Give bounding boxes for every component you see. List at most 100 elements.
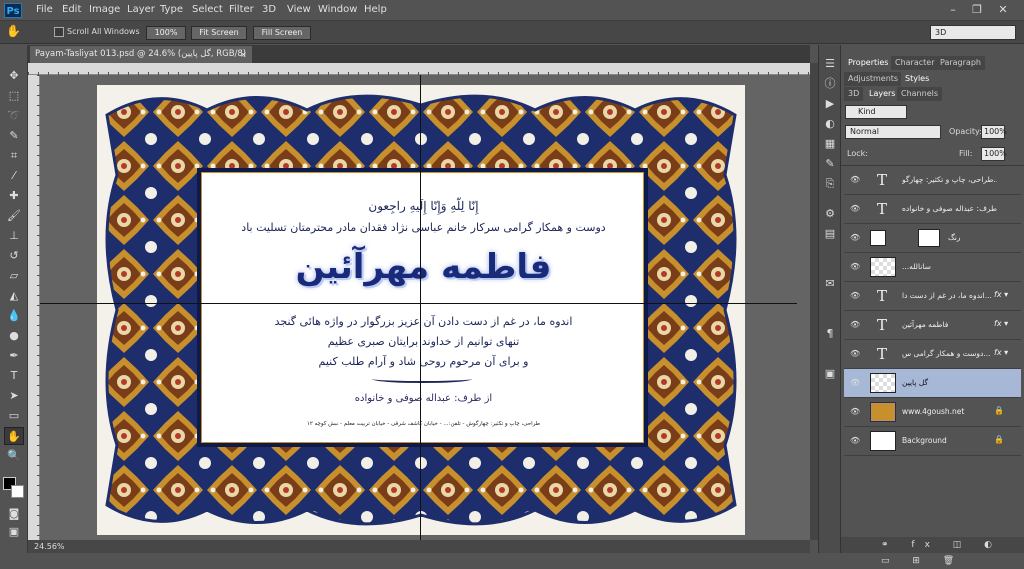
lasso-tool-icon[interactable]: ➰ xyxy=(4,107,24,125)
menu-select[interactable]: Select xyxy=(192,4,223,15)
brush-tool-icon[interactable]: 🖌 xyxy=(4,207,24,225)
tab-layers[interactable]: Layers xyxy=(865,87,900,101)
paragraph-styles-icon[interactable]: ¶ xyxy=(820,325,840,343)
eyedropper-tool-icon[interactable]: ⁄ xyxy=(4,167,24,185)
layer-row[interactable]: 👁 www.4goush.net 🔒 xyxy=(844,398,1021,427)
layer-row[interactable]: 👁 T از طرف: عبداله صوفی و خانواده xyxy=(844,195,1021,224)
zoom-level[interactable]: 24.56% xyxy=(34,542,65,551)
brush-panel-icon[interactable]: ✎ xyxy=(820,155,840,173)
visibility-eye-icon[interactable]: 👁 xyxy=(850,378,860,387)
menu-view[interactable]: View xyxy=(287,4,311,15)
hand-tool-icon[interactable]: ✋ xyxy=(6,24,21,38)
zoom-100-button[interactable]: 100% xyxy=(146,26,186,40)
tab-paragraph[interactable]: Paragraph xyxy=(936,56,985,70)
menu-help[interactable]: Help xyxy=(364,4,387,15)
restore-icon[interactable]: ❐ xyxy=(970,3,984,17)
layer-row[interactable]: 👁 T طراحی، چاپ و تکثیر: چهارگو... xyxy=(844,166,1021,195)
pen-tool-icon[interactable]: ✒ xyxy=(4,347,24,365)
opacity-field[interactable]: 100% xyxy=(981,125,1007,139)
close-tab-icon[interactable]: × xyxy=(240,46,247,63)
visibility-eye-icon[interactable]: 👁 xyxy=(850,262,860,271)
history-brush-tool-icon[interactable]: ↺ xyxy=(4,247,24,265)
vertical-guide[interactable] xyxy=(420,75,421,540)
menu-file[interactable]: File xyxy=(36,4,53,15)
blend-mode-select[interactable]: Normal xyxy=(845,125,941,139)
layer-row[interactable]: 👁 T فاطمه مهرآئین fx ▾ xyxy=(844,311,1021,340)
fit-screen-button[interactable]: Fit Screen xyxy=(191,26,247,40)
tab-3d[interactable]: 3D xyxy=(844,87,864,101)
visibility-eye-icon[interactable]: 👁 xyxy=(850,204,860,213)
visibility-eye-icon[interactable]: 👁 xyxy=(850,175,860,184)
tab-adjustments[interactable]: Adjustments xyxy=(844,72,903,86)
tab-channels[interactable]: Channels xyxy=(897,87,943,101)
tab-styles[interactable]: Styles xyxy=(901,72,934,86)
actions-panel-icon[interactable]: ▶ xyxy=(820,95,840,113)
rectangle-tool-icon[interactable]: ▭ xyxy=(4,407,24,425)
menu-3d[interactable]: 3D xyxy=(262,4,276,15)
quick-mask-icon[interactable]: ◙ xyxy=(4,505,24,523)
fill-screen-button[interactable]: Fill Screen xyxy=(253,26,311,40)
minimize-icon[interactable]: – xyxy=(946,3,960,17)
tab-character[interactable]: Character xyxy=(891,56,939,70)
layer-row[interactable]: 👁 Background 🔒 xyxy=(844,427,1021,456)
zoom-tool-icon[interactable]: 🔍 xyxy=(4,447,24,465)
text-layer-icon: T xyxy=(876,287,887,305)
menu-edit[interactable]: Edit xyxy=(62,4,81,15)
fill-field[interactable]: 100% xyxy=(981,147,1007,161)
layer-row[interactable]: 👁 ...سانالله xyxy=(844,253,1021,282)
workspace-select[interactable]: 3D xyxy=(930,25,1016,40)
layer-row[interactable]: 👁 رنگ xyxy=(844,224,1021,253)
layer-row[interactable]: 👁 T دوست و همکار گرامی س... fx ▾ xyxy=(844,340,1021,369)
visibility-eye-icon[interactable]: 👁 xyxy=(850,291,860,300)
dodge-tool-icon[interactable]: ● xyxy=(4,327,24,345)
layer-row-selected[interactable]: 👁 گل پایین xyxy=(844,369,1021,398)
menu-image[interactable]: Image xyxy=(89,4,120,15)
visibility-eye-icon[interactable]: 👁 xyxy=(850,407,860,416)
history-panel-icon[interactable]: ☰ xyxy=(820,55,840,73)
visibility-eye-icon[interactable]: 👁 xyxy=(850,436,860,445)
eraser-tool-icon[interactable]: ▱ xyxy=(4,267,24,285)
vertical-scrollbar[interactable] xyxy=(810,63,818,540)
layers-footer-icons[interactable]: ⚭ fx ◫ ◐ ▭ ⊞ 🗑 xyxy=(841,537,1024,566)
blur-tool-icon[interactable]: 💧 xyxy=(4,307,24,325)
document-tab[interactable]: Payam-Tasliyat 013.psd @ 24.6% (گل پایین… xyxy=(30,46,252,76)
menu-window[interactable]: Window xyxy=(318,4,357,15)
layer-row[interactable]: 👁 T اندوه ما، در غم از دست دا... fx ▾ xyxy=(844,282,1021,311)
type-tool-icon[interactable]: T xyxy=(4,367,24,385)
swatches-panel-icon[interactable]: ▦ xyxy=(820,135,840,153)
layer-name: www.4goush.net xyxy=(902,407,965,416)
adjustment-thumb-icon xyxy=(870,230,886,246)
menu-filter[interactable]: Filter xyxy=(229,4,254,15)
tab-properties[interactable]: Properties xyxy=(844,56,893,70)
horizontal-guide[interactable] xyxy=(40,303,797,304)
scroll-all-checkbox[interactable] xyxy=(54,27,64,37)
fx-icon[interactable]: fx ▾ xyxy=(994,319,1008,328)
fx-icon[interactable]: fx ▾ xyxy=(994,290,1008,299)
notes-panel-icon[interactable]: ✉ xyxy=(820,275,840,293)
healing-tool-icon[interactable]: ✚ xyxy=(4,187,24,205)
visibility-eye-icon[interactable]: 👁 xyxy=(850,320,860,329)
tool-presets-icon[interactable]: ⚙ xyxy=(820,205,840,223)
move-tool-icon[interactable]: ✥ xyxy=(4,67,24,85)
screen-mode-icon[interactable]: ▣ xyxy=(4,523,24,541)
measurement-panel-icon[interactable]: ▤ xyxy=(820,225,840,243)
paint-bucket-tool-icon[interactable]: ◭ xyxy=(4,287,24,305)
visibility-eye-icon[interactable]: 👁 xyxy=(850,233,860,242)
hand-tool-active-icon[interactable]: ✋ xyxy=(4,427,24,445)
fx-icon[interactable]: fx ▾ xyxy=(994,348,1008,357)
menu-layer[interactable]: Layer xyxy=(127,4,155,15)
crop-tool-icon[interactable]: ⌗ xyxy=(4,147,24,165)
close-icon[interactable]: ✕ xyxy=(996,3,1010,17)
kind-filter[interactable]: Kind xyxy=(845,105,907,119)
info-panel-icon[interactable]: ⓘ xyxy=(820,75,840,93)
path-select-tool-icon[interactable]: ➤ xyxy=(4,387,24,405)
layer-comps-icon[interactable]: ▣ xyxy=(820,365,840,383)
clone-stamp-tool-icon[interactable]: ⊥ xyxy=(4,227,24,245)
marquee-tool-icon[interactable]: ⬚ xyxy=(4,87,24,105)
quick-select-tool-icon[interactable]: ✎ xyxy=(4,127,24,145)
background-color-swatch[interactable] xyxy=(11,485,24,498)
color-panel-icon[interactable]: ◐ xyxy=(820,115,840,133)
menu-type[interactable]: Type xyxy=(160,4,183,15)
visibility-eye-icon[interactable]: 👁 xyxy=(850,349,860,358)
clone-source-panel-icon[interactable]: ⎘ xyxy=(820,175,840,193)
